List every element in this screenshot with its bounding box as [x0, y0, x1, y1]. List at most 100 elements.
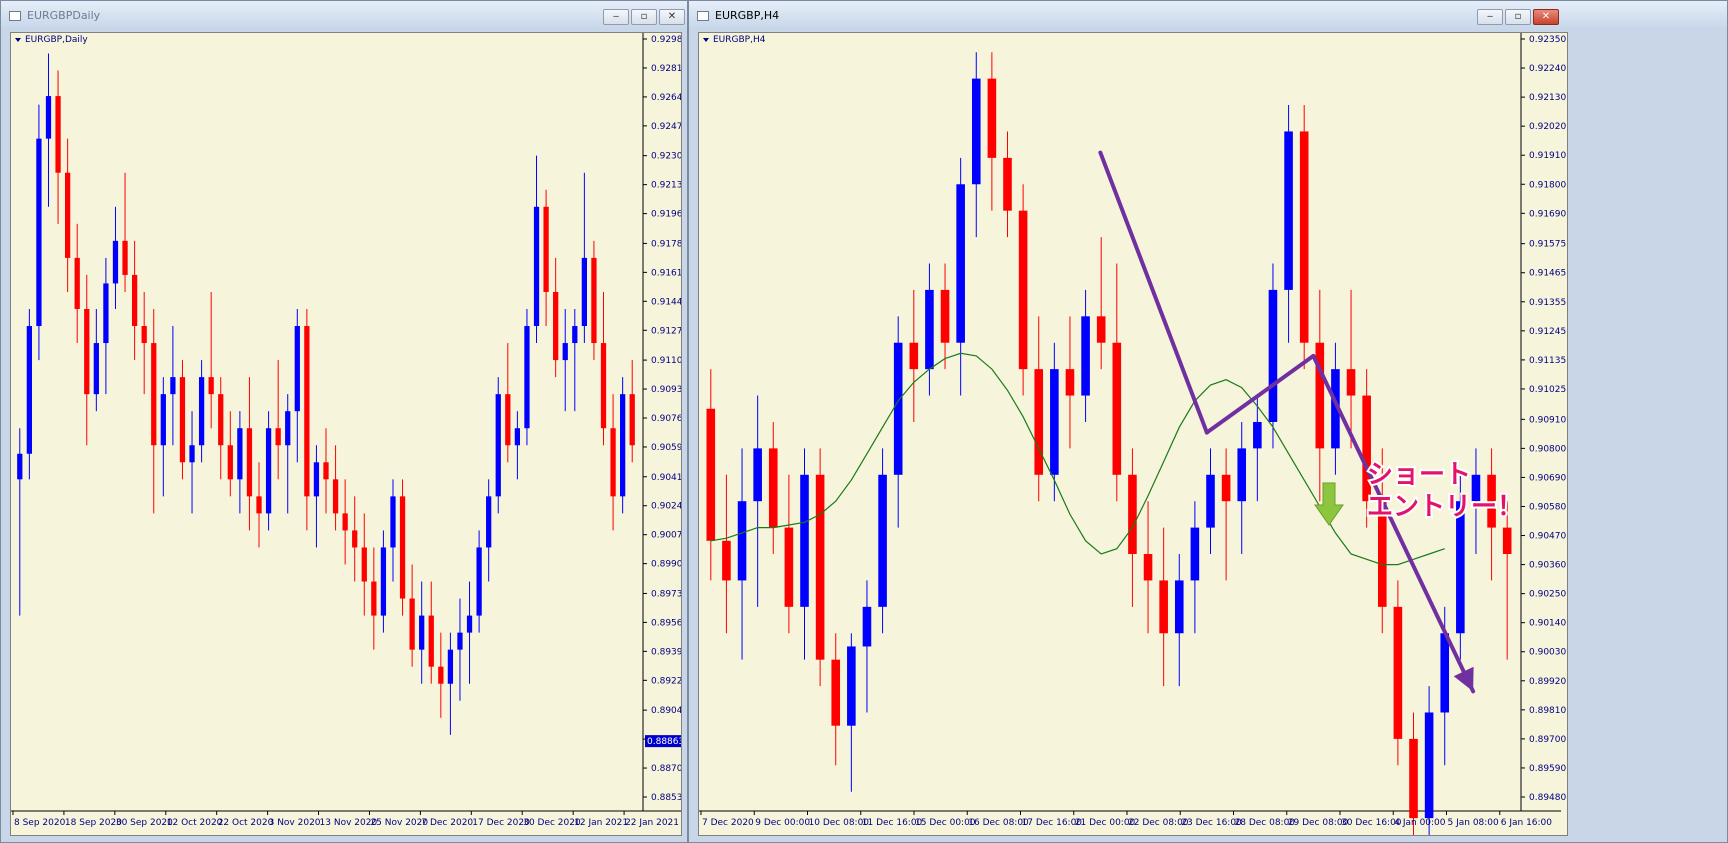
- date-tick-label: 12 Oct 2020: [167, 818, 223, 828]
- price-tick-label: 0.92300: [651, 152, 681, 162]
- price-tick-label: 0.90075: [651, 531, 681, 541]
- restore-button[interactable]: ▫: [631, 9, 657, 25]
- price-tick-label: 0.92475: [651, 122, 681, 132]
- price-tick-label: 0.91245: [1529, 327, 1566, 337]
- candle-body: [447, 649, 454, 684]
- candle-body: [352, 530, 358, 548]
- candle-body: [265, 428, 272, 514]
- candle-body: [1112, 342, 1122, 475]
- candle-body: [562, 343, 568, 361]
- candle-body: [1424, 712, 1434, 819]
- candle-body: [543, 206, 549, 292]
- date-tick-label: 7 Dec 2020: [421, 818, 473, 828]
- candle-body: [332, 479, 339, 514]
- candle-body: [84, 308, 90, 395]
- candle-body: [36, 138, 42, 327]
- title-bar[interactable]: EURGBP,H4 ‒ ▫ ✕: [689, 1, 1727, 29]
- minimize-button[interactable]: ‒: [603, 9, 629, 25]
- candle-body: [940, 289, 950, 343]
- price-tick-label: 0.92130: [1529, 93, 1566, 103]
- candle-body: [909, 342, 919, 370]
- title-bar[interactable]: EURGBPDaily ‒ ▫ ✕: [1, 1, 687, 29]
- price-tick-label: 0.92130: [651, 181, 681, 191]
- price-tick-label: 0.92020: [1529, 122, 1566, 132]
- date-tick-label: 23 Dec 16:00: [1181, 818, 1242, 828]
- candle-body: [600, 343, 607, 429]
- candle-body: [131, 274, 138, 327]
- price-tick-label: 0.90415: [651, 473, 681, 483]
- price-tick-label: 0.92815: [651, 64, 681, 74]
- h4-chart-window[interactable]: EURGBP,H4 ‒ ▫ ✕ EURGBP,H4 0.92350 0.92240 0…: [688, 0, 1728, 843]
- date-tick-label: 30 Dec 2020: [523, 818, 581, 828]
- h4-candlestick-chart[interactable]: EURGBP,H4 0.92350 0.92240 0.92130 0.92020 0.9…: [699, 33, 1567, 835]
- date-tick-label: 5 Jan 08:00: [1448, 818, 1500, 828]
- date-tick-label: 22 Jan 2021: [625, 818, 679, 828]
- price-tick-label: 0.90690: [1529, 473, 1566, 483]
- candle-body: [438, 666, 444, 684]
- date-tick-label: 25 Nov 2020: [370, 818, 428, 828]
- candle-body: [26, 326, 32, 454]
- date-tick-label: 17 Dec 2020: [472, 818, 530, 828]
- chart-area[interactable]: EURGBP,Daily 0.92985 0.92815 0.92645 0.92475…: [10, 32, 682, 836]
- annotation-text-line1: ショート: [1367, 460, 1471, 490]
- symbol-dropdown-icon: [15, 38, 21, 42]
- price-tick-label: 0.91025: [1529, 385, 1566, 395]
- price-tick-label: 0.90140: [1529, 619, 1566, 629]
- date-tick-label: 29 Dec 08:00: [1288, 818, 1349, 828]
- date-tick-label: 15 Dec 00:00: [915, 818, 976, 828]
- date-tick-label: 13 Nov 2020: [320, 818, 378, 828]
- price-tick-label: 0.90580: [1529, 502, 1566, 512]
- candle-body: [198, 377, 205, 446]
- candle-body: [151, 343, 157, 446]
- price-tick-label: 0.91465: [1529, 269, 1566, 279]
- price-tick-label: 0.90030: [1529, 648, 1566, 658]
- candle-body: [987, 78, 997, 158]
- candle-body: [170, 377, 176, 395]
- candle-body: [1190, 527, 1200, 581]
- candle-body: [112, 240, 119, 284]
- price-tick-label: 0.91910: [1529, 151, 1566, 161]
- price-tick-label: 0.92350: [1529, 35, 1566, 45]
- price-tick-label: 0.91275: [651, 326, 681, 336]
- date-tick-label: 7 Dec 2020: [702, 818, 754, 828]
- price-tick-label: 0.90760: [651, 414, 681, 424]
- drawn-trend-line: [1311, 353, 1476, 694]
- candle-body: [1409, 738, 1418, 819]
- candle-body: [1237, 448, 1247, 502]
- candle-body: [399, 496, 406, 599]
- candle-body: [1393, 606, 1403, 739]
- date-tick-label: 4 Jan 00:00: [1394, 818, 1446, 828]
- candle-body: [1284, 131, 1293, 290]
- price-tick-label: 0.92645: [651, 93, 681, 103]
- close-button[interactable]: ✕: [1533, 9, 1559, 25]
- candle-body: [93, 343, 99, 395]
- candle-body: [218, 394, 224, 446]
- candle-body: [505, 394, 511, 446]
- candle-body: [862, 606, 872, 647]
- candle-body: [74, 257, 80, 309]
- price-tick-label: 0.89730: [651, 589, 681, 599]
- candle-body: [800, 474, 809, 607]
- candle-body: [620, 394, 626, 497]
- symbol-dropdown-icon: [703, 38, 709, 42]
- close-button[interactable]: ✕: [659, 9, 685, 25]
- drawn-trend-line: [1204, 353, 1316, 435]
- date-tick-label: 10 Dec 08:00: [809, 818, 870, 828]
- price-tick-label: 0.91135: [1529, 356, 1566, 366]
- daily-chart-window[interactable]: EURGBPDaily ‒ ▫ ✕ EURGBP,Daily 0.92985 0.9…: [0, 0, 688, 843]
- minimize-button[interactable]: ‒: [1477, 9, 1503, 25]
- candle-body: [1253, 421, 1262, 449]
- daily-candlestick-chart[interactable]: EURGBP,Daily 0.92985 0.92815 0.92645 0.92475…: [11, 33, 681, 835]
- restore-button[interactable]: ▫: [1505, 9, 1531, 25]
- date-tick-label: 6 Jan 16:00: [1501, 818, 1553, 828]
- price-tick-label: 0.92240: [1529, 64, 1566, 74]
- window-title: EURGBPDaily: [27, 9, 101, 22]
- candle-body: [64, 172, 71, 258]
- candle-body: [160, 394, 166, 446]
- candle-body: [553, 291, 559, 361]
- candle-body: [784, 527, 794, 607]
- candle-body: [1346, 369, 1356, 396]
- candle-body: [956, 184, 965, 343]
- candle-body: [1221, 474, 1231, 502]
- chart-area[interactable]: EURGBP,H4 0.92350 0.92240 0.92130 0.92020 0.9…: [698, 32, 1568, 836]
